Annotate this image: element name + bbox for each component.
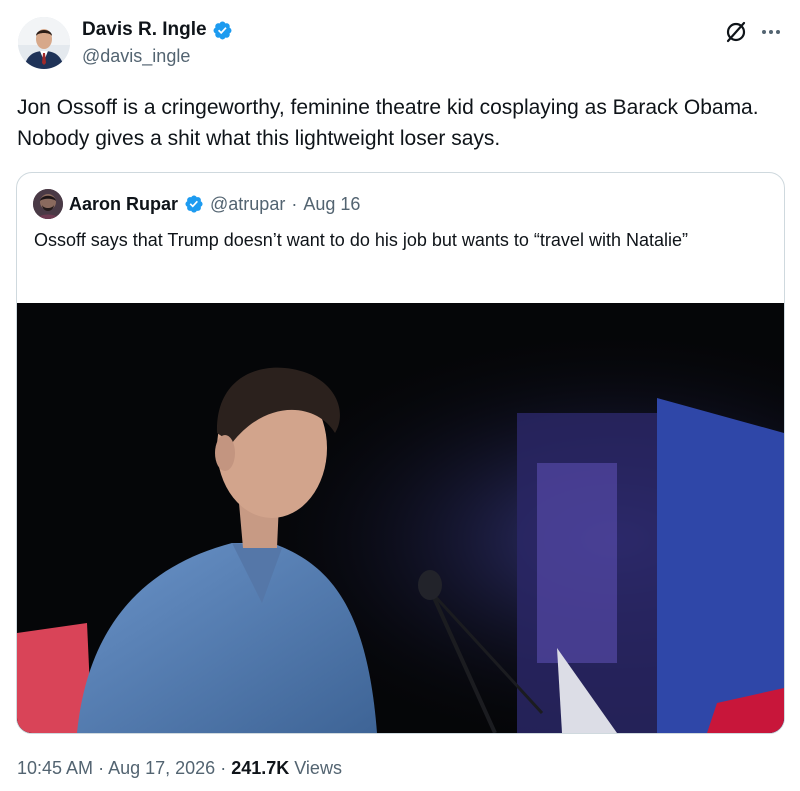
author-handle[interactable]: @davis_ingle xyxy=(82,46,190,67)
quoted-tweet-text: Ossoff says that Trump doesn’t want to d… xyxy=(34,230,688,250)
tweet-date[interactable]: Aug 17, 2026 xyxy=(108,758,215,778)
quoted-tweet-header: Aaron Rupar @atrupar · Aug 16 xyxy=(33,189,360,219)
quoted-author-avatar[interactable] xyxy=(33,189,63,219)
quoted-author-handle[interactable]: @atrupar xyxy=(210,192,285,216)
tweet-time[interactable]: 10:45 AM xyxy=(17,758,93,778)
more-icon[interactable] xyxy=(758,20,784,44)
tweet-text: Jon Ossoff is a cringeworthy, feminine t… xyxy=(17,96,759,150)
meta-separator: · xyxy=(291,194,298,214)
views-count[interactable]: 241.7K xyxy=(231,758,289,778)
meta-separator: · xyxy=(215,758,232,778)
views-label: Views xyxy=(294,758,342,778)
meta-separator: · xyxy=(93,758,109,778)
tweet-metadata: 10:45 AM · Aug 17, 2026 · 241.7K Views xyxy=(17,757,342,779)
quoted-tweet-date[interactable]: Aug 16 xyxy=(303,192,360,216)
quoted-tweet-card[interactable]: Aaron Rupar @atrupar · Aug 16 Ossoff say… xyxy=(16,172,785,734)
author-name[interactable]: Davis R. Ingle xyxy=(82,18,207,42)
verified-badge-icon xyxy=(185,195,203,213)
verified-badge-icon xyxy=(213,21,232,39)
grok-icon[interactable] xyxy=(724,20,748,44)
quoted-author-name[interactable]: Aaron Rupar xyxy=(69,192,178,216)
author-name-row[interactable]: Davis R. Ingle xyxy=(82,18,233,42)
author-avatar[interactable] xyxy=(18,17,70,69)
quoted-tweet-media[interactable] xyxy=(17,303,784,733)
